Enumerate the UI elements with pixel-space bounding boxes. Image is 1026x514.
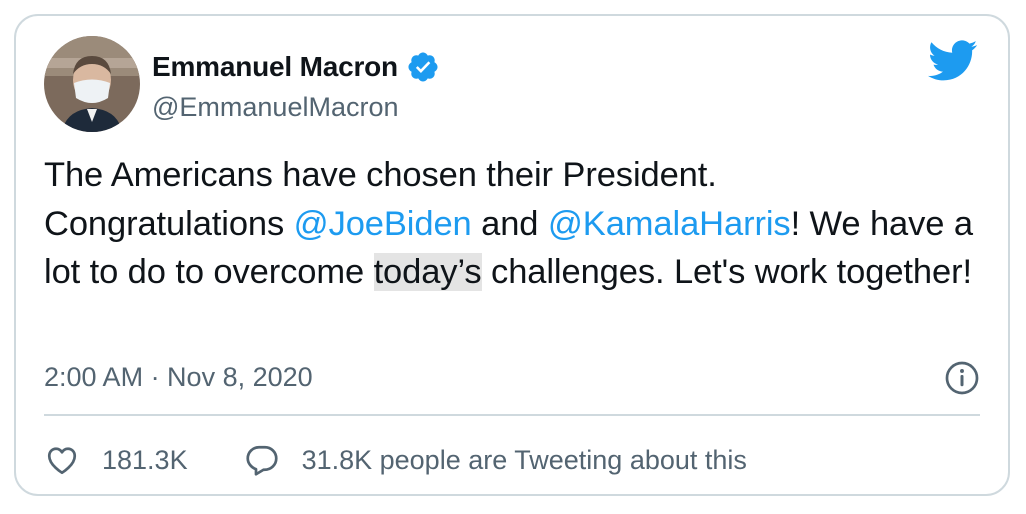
tweet-card[interactable]: Emmanuel Macron @EmmanuelMacron The Amer… (14, 14, 1010, 496)
conversation-link[interactable]: 31.8K people are Tweeting about this (244, 442, 747, 478)
twitter-bird-icon[interactable] (928, 40, 978, 82)
tweet-actions: 181.3K 31.8K people are Tweeting about t… (44, 442, 747, 478)
highlighted-word: today’s (373, 253, 482, 291)
reply-bubble-icon (245, 445, 278, 476)
verified-badge-icon (408, 52, 438, 82)
mention-kamalaharris-link[interactable]: @KamalaHarris (548, 205, 791, 243)
tweet-text: The Americans have chosen their Presiden… (44, 151, 984, 297)
tweet-text-line1: The Americans have chosen their Presiden… (44, 156, 717, 194)
like-count[interactable]: 181.3K (102, 445, 188, 476)
heart-icon (47, 447, 77, 475)
info-icon[interactable] (944, 360, 980, 396)
avatar[interactable] (44, 36, 140, 132)
tweet-text-segment: and (471, 204, 548, 243)
mention-joebiden-link[interactable]: @JoeBiden (294, 205, 472, 243)
tweet-text-segment: Congratulations (44, 204, 294, 243)
author-name-row[interactable]: Emmanuel Macron (152, 50, 440, 84)
tweet-text-segment: challenges. Let's work together! (481, 253, 972, 291)
author-handle[interactable]: @EmmanuelMacron (152, 92, 399, 123)
tweet-timestamp-link[interactable]: 2:00 AM · Nov 8, 2020 (44, 362, 313, 393)
divider (44, 414, 980, 416)
conversation-text[interactable]: 31.8K people are Tweeting about this (302, 445, 747, 476)
author-name[interactable]: Emmanuel Macron (152, 51, 398, 83)
like-button[interactable]: 181.3K (44, 442, 244, 478)
